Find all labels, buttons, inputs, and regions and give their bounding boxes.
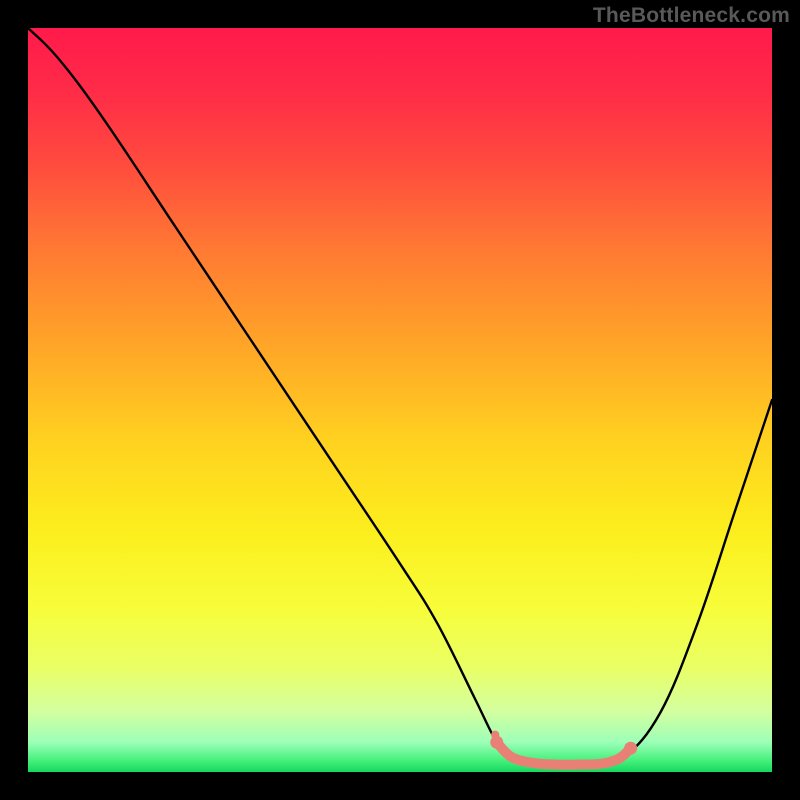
highlight-dot [624, 742, 637, 755]
chart-svg [28, 28, 772, 772]
plot-area [28, 28, 772, 772]
optimal-range-line [497, 742, 631, 764]
optimal-range-dots [490, 731, 637, 755]
bottleneck-curve [28, 28, 772, 766]
watermark-text: TheBottleneck.com [593, 4, 790, 28]
highlight-dot [491, 731, 499, 739]
chart-frame: TheBottleneck.com [0, 0, 800, 800]
